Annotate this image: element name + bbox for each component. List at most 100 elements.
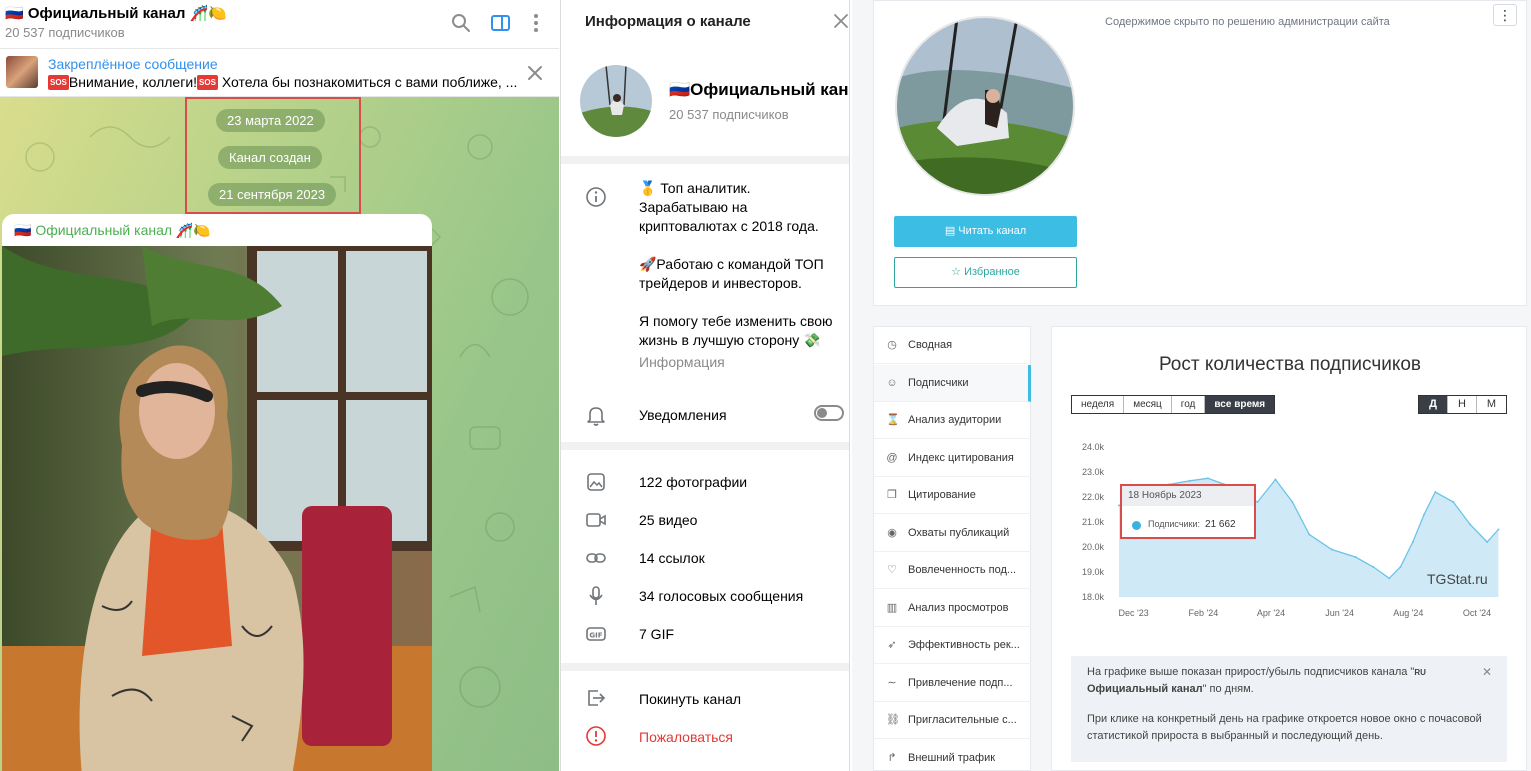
close-note-icon[interactable]: ✕ <box>1482 666 1492 678</box>
range-button[interactable]: год <box>1171 396 1206 413</box>
book-icon: ▤ <box>944 225 956 237</box>
tgstat-watermark: TGStat.ru <box>1427 571 1488 587</box>
hidden-content-note: Содержимое скрыто по решению администрац… <box>1105 16 1390 28</box>
series-point[interactable] <box>1372 566 1375 568</box>
tooltip-label: Подписчики: <box>1148 519 1201 529</box>
series-point[interactable] <box>1330 548 1333 551</box>
favorite-button[interactable]: ☆ Избранное <box>894 257 1077 288</box>
series-point[interactable] <box>1354 556 1357 558</box>
menu-item-icon: ➶ <box>887 639 897 651</box>
description-block: 🥇 Топ аналитик. Зарабатываю на криптовал… <box>561 164 849 442</box>
more-options-button[interactable]: ⋮ <box>1493 4 1517 26</box>
range-button[interactable]: месяц <box>1124 396 1172 413</box>
info-icon <box>585 186 607 208</box>
menu-item[interactable]: ◉ Охваты публикаций <box>874 515 1031 552</box>
description-caption: Информация <box>639 354 725 370</box>
menu-item-label: Внешний трафик <box>908 751 996 764</box>
favorite-label: Избранное <box>964 266 1020 278</box>
actions-block: Покинуть канал Пожаловаться <box>561 671 849 771</box>
report-button[interactable]: Пожаловаться <box>639 729 733 745</box>
media-gif[interactable]: 7 GIF <box>639 626 674 642</box>
period-button[interactable]: М <box>1477 396 1506 413</box>
close-icon[interactable] <box>833 13 849 29</box>
menu-item[interactable]: ∼ Привлечение подп... <box>874 665 1031 702</box>
screen: 🇷🇺 Официальный канал 🎢🍋 20 537 подписчик… <box>0 0 1531 771</box>
series-point[interactable] <box>1452 501 1455 503</box>
note-ru: RU <box>1414 668 1426 677</box>
media-links[interactable]: 14 ссылок <box>639 550 705 566</box>
message-author[interactable]: 🇷🇺 Официальный канал 🎢🍋 <box>14 222 211 239</box>
series-point[interactable] <box>1497 528 1500 531</box>
menu-item[interactable]: ⛓ Пригласительные с... <box>874 702 1031 739</box>
menu-item[interactable]: ↱ Внешний трафик <box>874 740 1031 771</box>
media-voice[interactable]: 34 голосовых сообщения <box>639 588 803 604</box>
leave-channel-button[interactable]: Покинуть канал <box>639 691 741 707</box>
series-point[interactable] <box>1423 513 1426 516</box>
menu-item[interactable]: ▥ Анализ просмотров <box>874 590 1031 627</box>
media-videos[interactable]: 25 видео <box>639 512 697 528</box>
menu-item-icon: ❐ <box>887 489 897 501</box>
sidebar-toggle-icon[interactable] <box>490 12 512 34</box>
menu-item-icon: ⌛ <box>886 414 900 426</box>
y-tick-label: 18.0k <box>1082 592 1105 602</box>
note-text-a: На графике выше показан прирост/убыль по… <box>1087 666 1415 678</box>
pinned-text-b: Хотела бы познакомиться с вами поближе, … <box>221 74 518 90</box>
series-point[interactable] <box>1256 501 1259 503</box>
chat-header[interactable]: 🇷🇺 Официальный канал 🎢🍋 20 537 подписчик… <box>0 0 559 49</box>
menu-item-label: Вовлеченность под... <box>908 564 1017 576</box>
search-icon[interactable] <box>450 12 472 34</box>
channel-name: 🇷🇺Официальный канал <box>669 80 849 99</box>
series-point[interactable] <box>1388 577 1391 580</box>
more-vertical-icon[interactable] <box>525 12 547 34</box>
channel-info-panel: Информация о канале 🇷🇺Официальный канал … <box>560 0 850 771</box>
chat-title[interactable]: 🇷🇺 Официальный канал 🎢🍋 <box>5 4 227 22</box>
description-line: Зарабатываю на <box>639 199 748 215</box>
period-button[interactable]: Н <box>1448 396 1477 413</box>
menu-item-label: Привлечение подп... <box>908 676 1013 689</box>
series-point[interactable] <box>1188 479 1191 482</box>
channel-avatar[interactable] <box>580 65 652 137</box>
period-button[interactable]: Д <box>1419 396 1448 413</box>
read-channel-button[interactable]: ▤ Читать канал <box>894 216 1077 247</box>
pinned-message-bar[interactable]: Закреплённое сообщение SOS Внимание, колл… <box>0 50 559 97</box>
range-selector: неделя месяц год все время <box>1071 395 1276 414</box>
menu-item-label: Анализ аудитории <box>908 414 1002 426</box>
series-point[interactable] <box>1469 523 1472 526</box>
description-line: криптовалютах с 2018 года. <box>639 218 819 234</box>
x-tick-label: Apr '24 <box>1257 608 1285 618</box>
message-photo[interactable] <box>2 246 432 771</box>
note-channel-name: Официальный канал <box>1087 683 1203 695</box>
range-button[interactable]: все время <box>1205 396 1275 413</box>
range-button[interactable]: неделя <box>1072 396 1125 413</box>
channel-subscribers: 20 537 подписчиков <box>669 107 789 122</box>
menu-item[interactable]: ➶ Эффективность рек... <box>874 627 1031 664</box>
video-icon <box>585 509 607 531</box>
menu-item[interactable]: ⌛ Анализ аудитории <box>874 402 1031 439</box>
message-bubble[interactable]: 🇷🇺 Официальный канал 🎢🍋 <box>2 214 432 771</box>
media-photos[interactable]: 122 фотографии <box>639 474 747 490</box>
series-point[interactable] <box>1274 478 1277 481</box>
menu-item[interactable]: ❐ Цитирование <box>874 477 1031 514</box>
series-point[interactable] <box>1291 501 1294 503</box>
series-point[interactable] <box>1486 541 1489 543</box>
series-point[interactable] <box>1399 566 1402 568</box>
close-pinned-icon[interactable] <box>526 64 544 82</box>
report-icon <box>585 725 607 747</box>
menu-item-label: Пригласительные с... <box>908 714 1017 726</box>
menu-item[interactable]: ◷ Сводная <box>874 327 1031 364</box>
series-point[interactable] <box>1434 491 1437 493</box>
menu-item-icon: ⛓ <box>886 714 900 726</box>
menu-item[interactable]: ☺ Подписчики <box>874 364 1031 402</box>
notifications-toggle[interactable] <box>814 405 844 421</box>
menu-item[interactable]: @ Индекс цитирования <box>874 440 1031 477</box>
y-tick-label: 19.0k <box>1082 567 1105 577</box>
menu-item-icon: ◷ <box>887 339 897 351</box>
menu-item[interactable]: ♡ Вовлеченность под... <box>874 552 1031 589</box>
series-point[interactable] <box>1411 541 1414 543</box>
pinned-title: Закреплённое сообщение <box>48 56 218 72</box>
series-point[interactable] <box>1206 477 1209 480</box>
shared-media-block: 122 фотографии 25 видео 14 ссылок 34 гол… <box>561 450 849 663</box>
menu-item-label: Подписчики <box>908 376 969 389</box>
x-tick-label: Jun '24 <box>1325 608 1354 618</box>
series-point[interactable] <box>1308 533 1311 536</box>
